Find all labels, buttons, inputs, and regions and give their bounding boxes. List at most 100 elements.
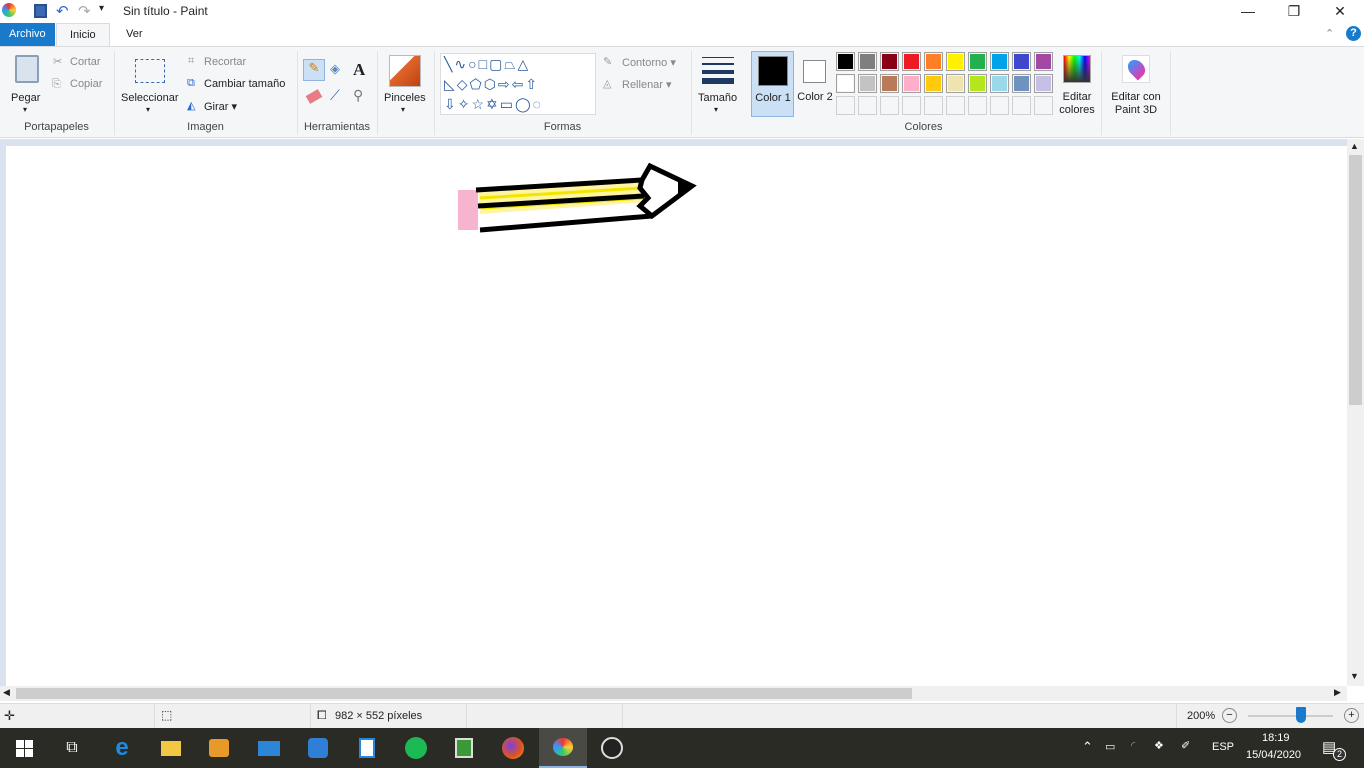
crop-button[interactable]: Recortar <box>204 56 246 68</box>
palette-color-swatch[interactable] <box>880 52 899 71</box>
drawing-canvas[interactable] <box>6 146 1347 686</box>
battery-icon[interactable]: ▭ <box>1105 740 1115 753</box>
redo-icon[interactable]: ↷ <box>78 2 91 20</box>
custom-color-slot[interactable] <box>902 96 921 115</box>
shapes-gallery[interactable]: ╲∿○□▢⏢△ ◺◇⬠⬡⇨⇦⇧ ⇩✧☆✡▭◯◌ <box>440 53 596 115</box>
eraser-tool-icon[interactable] <box>305 89 323 104</box>
maximize-button[interactable]: ❐ <box>1271 0 1317 23</box>
pen-icon[interactable]: ✐ <box>1181 739 1190 752</box>
custom-color-slot[interactable] <box>990 96 1009 115</box>
custom-color-slot[interactable] <box>880 96 899 115</box>
custom-color-slot[interactable] <box>858 96 877 115</box>
palette-color-swatch[interactable] <box>858 74 877 93</box>
palette-color-swatch[interactable] <box>924 74 943 93</box>
fill-tool-icon[interactable]: ◈ <box>330 61 340 77</box>
wifi-icon[interactable]: ◜ <box>1131 739 1135 752</box>
paste-button[interactable]: Pegar ▾ <box>8 49 48 117</box>
taskbar-firefox[interactable] <box>489 728 537 768</box>
minimize-button[interactable]: — <box>1225 0 1271 23</box>
vertical-scroll-thumb[interactable] <box>1349 155 1362 405</box>
dropbox-icon[interactable]: ❖ <box>1154 739 1164 752</box>
tab-ver[interactable]: Ver <box>117 23 152 46</box>
help-icon[interactable]: ? <box>1346 26 1361 41</box>
language-indicator[interactable]: ESP <box>1212 741 1234 753</box>
shapes-row[interactable]: ╲∿○□▢⏢△ <box>444 54 595 74</box>
palette-color-swatch[interactable] <box>1012 74 1031 93</box>
clock-time[interactable]: 18:19 <box>1262 732 1290 744</box>
customize-qat-icon[interactable]: ▾ <box>99 3 104 14</box>
cut-button[interactable]: Cortar <box>70 56 101 68</box>
taskbar-spotify[interactable] <box>392 728 440 768</box>
custom-color-slot[interactable] <box>1012 96 1031 115</box>
tab-archivo[interactable]: Archivo <box>0 23 55 46</box>
task-view-button[interactable]: ⧉ <box>48 728 96 768</box>
magnifier-icon[interactable]: ⚲ <box>353 87 363 104</box>
undo-icon[interactable]: ↶ <box>56 2 69 20</box>
palette-color-swatch[interactable] <box>1034 52 1053 71</box>
custom-color-slot[interactable] <box>968 96 987 115</box>
taskbar-obs[interactable] <box>588 728 636 768</box>
tab-inicio[interactable]: Inicio <box>56 23 110 47</box>
custom-color-slot[interactable] <box>924 96 943 115</box>
pencil-tool-icon[interactable]: ✎ <box>303 59 325 81</box>
taskbar-mail[interactable] <box>245 728 293 768</box>
collapse-ribbon-icon[interactable]: ⌃ <box>1325 27 1334 40</box>
taskbar-file-explorer[interactable] <box>147 728 195 768</box>
taskbar-app[interactable] <box>294 728 342 768</box>
show-hidden-icons[interactable]: ⌃ <box>1082 739 1093 755</box>
outline-button[interactable]: Contorno ▾ <box>622 56 676 69</box>
palette-color-swatch[interactable] <box>1034 74 1053 93</box>
copy-button[interactable]: Copiar <box>70 78 102 90</box>
group-label-clipboard: Portapapeles <box>24 121 89 133</box>
taskbar-media-player[interactable] <box>195 728 243 768</box>
palette-color-swatch[interactable] <box>836 74 855 93</box>
save-icon[interactable] <box>34 4 47 18</box>
palette-color-swatch[interactable] <box>946 74 965 93</box>
size-button[interactable]: Tamaño ▾ <box>695 49 740 117</box>
palette-color-swatch[interactable] <box>968 74 987 93</box>
fill-button[interactable]: Rellenar ▾ <box>622 78 672 91</box>
zoom-slider-thumb[interactable] <box>1295 707 1306 723</box>
clock-date[interactable]: 15/04/2020 <box>1246 749 1301 761</box>
vertical-scrollbar[interactable]: ▲ ▼ <box>1347 139 1364 686</box>
taskbar-paint[interactable] <box>539 728 587 768</box>
color2-button[interactable]: Color 2 <box>797 51 833 117</box>
shapes-row[interactable]: ⇩✧☆✡▭◯◌ <box>444 94 595 114</box>
palette-color-swatch[interactable] <box>880 74 899 93</box>
select-button[interactable]: Seleccionar ▾ <box>118 49 182 117</box>
color-picker-icon[interactable]: ⟋ <box>330 87 340 104</box>
palette-color-swatch[interactable] <box>990 74 1009 93</box>
palette-color-swatch[interactable] <box>902 74 921 93</box>
taskbar-app-2[interactable] <box>440 728 488 768</box>
palette-color-swatch[interactable] <box>990 52 1009 71</box>
custom-color-slot[interactable] <box>836 96 855 115</box>
palette-color-swatch[interactable] <box>968 52 987 71</box>
text-tool-icon[interactable]: A <box>353 60 365 80</box>
shapes-row[interactable]: ◺◇⬠⬡⇨⇦⇧ <box>444 74 595 94</box>
task-view-icon: ⧉ <box>66 739 78 756</box>
palette-color-swatch[interactable] <box>924 52 943 71</box>
edit-colors-button[interactable]: Editar colores <box>1058 51 1096 117</box>
rotate-button[interactable]: Girar ▾ <box>204 100 237 113</box>
zoom-in-button[interactable]: + <box>1344 708 1359 723</box>
resize-button[interactable]: Cambiar tamaño <box>204 78 285 90</box>
palette-color-swatch[interactable] <box>836 52 855 71</box>
custom-color-slot[interactable] <box>946 96 965 115</box>
edit-paint3d-button[interactable]: Editar con Paint 3D <box>1106 51 1166 117</box>
horizontal-scrollbar[interactable]: ◀ ▶ <box>0 686 1347 701</box>
horizontal-scroll-thumb[interactable] <box>16 688 912 699</box>
color1-button[interactable]: Color 1 <box>751 51 794 117</box>
palette-color-swatch[interactable] <box>1012 52 1031 71</box>
zoom-out-button[interactable]: − <box>1222 708 1237 723</box>
taskbar-notepad[interactable] <box>343 728 391 768</box>
group-label-colors: Colores <box>904 121 943 133</box>
brushes-button[interactable]: Pinceles ▾ <box>381 49 429 117</box>
palette-color-swatch[interactable] <box>946 52 965 71</box>
zoom-slider[interactable] <box>1248 715 1333 717</box>
taskbar-edge[interactable]: e <box>98 728 146 768</box>
custom-color-slot[interactable] <box>1034 96 1053 115</box>
close-button[interactable]: ✕ <box>1317 0 1363 23</box>
palette-color-swatch[interactable] <box>902 52 921 71</box>
palette-color-swatch[interactable] <box>858 52 877 71</box>
start-button[interactable] <box>0 728 48 768</box>
